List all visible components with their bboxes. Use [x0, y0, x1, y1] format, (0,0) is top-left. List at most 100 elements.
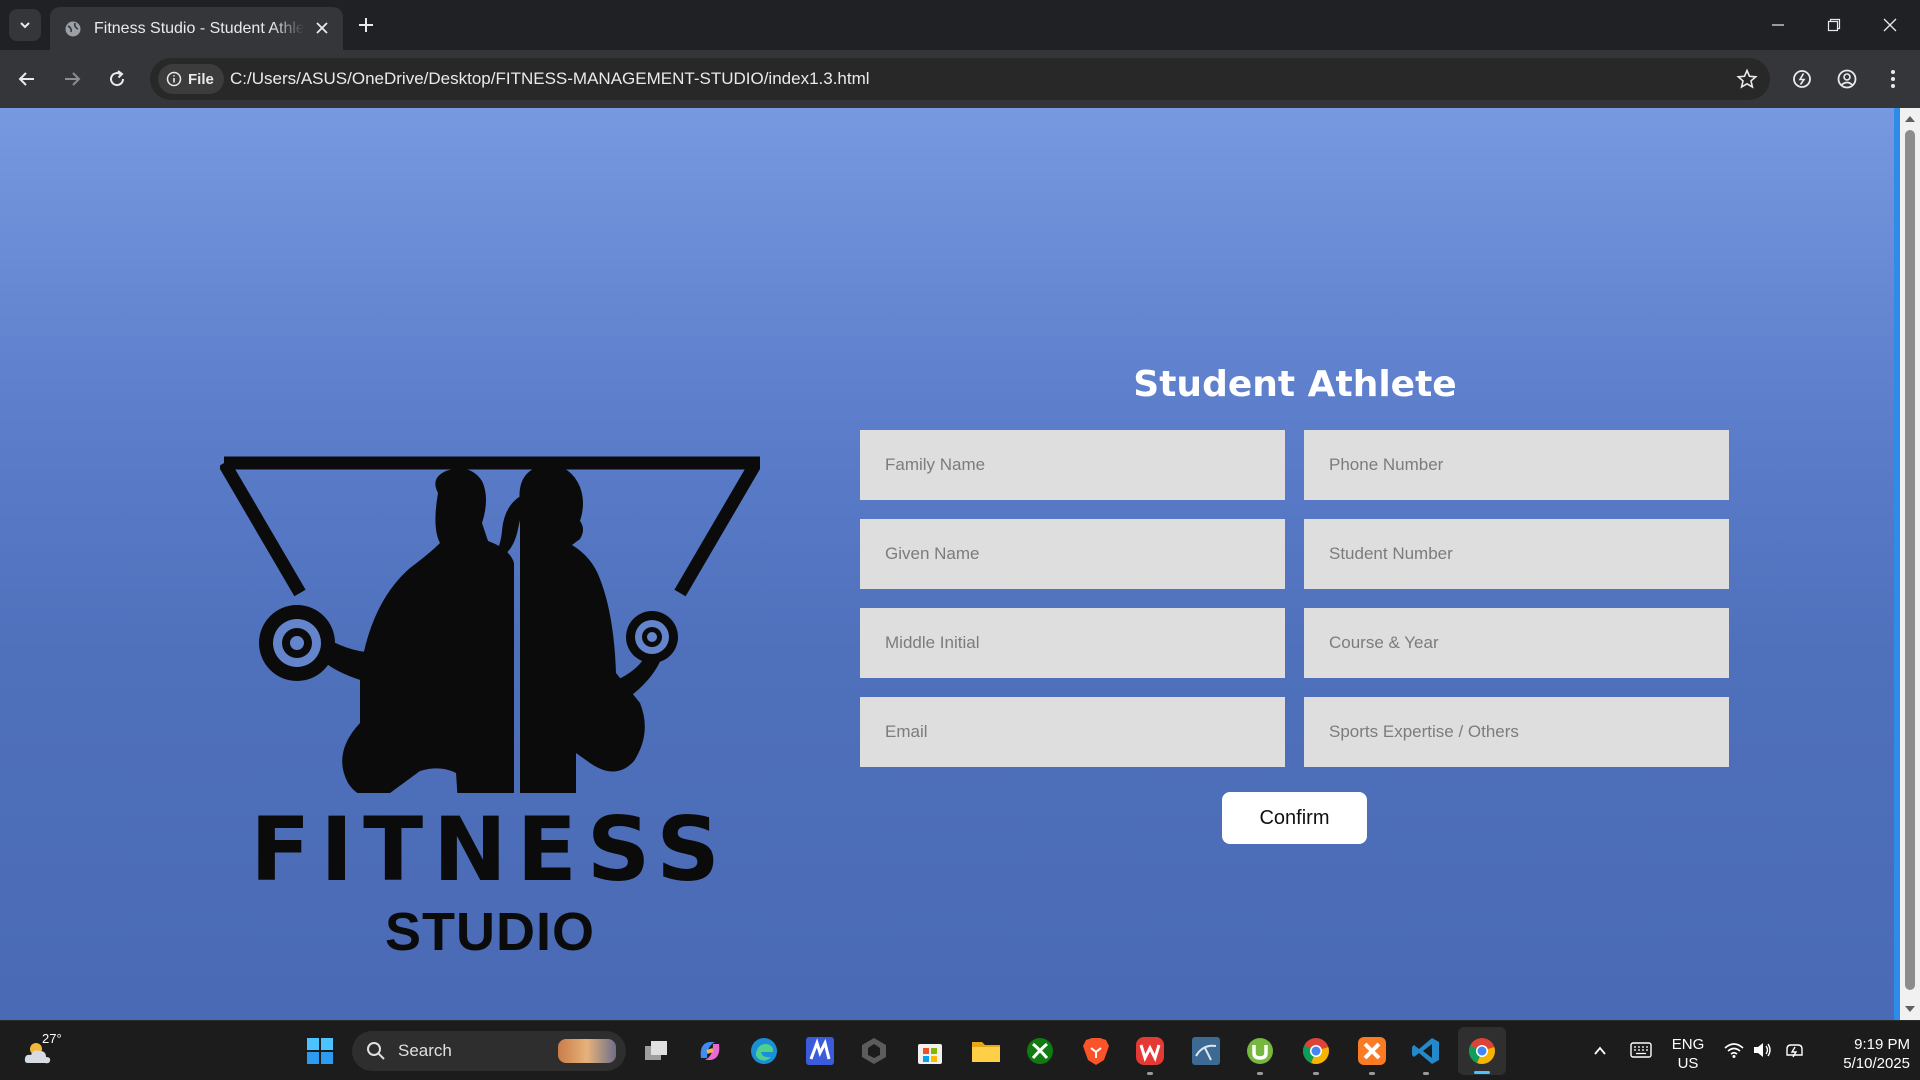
utorrent-icon [1247, 1038, 1273, 1064]
weather-widget[interactable]: 27° [22, 1031, 66, 1071]
edge-icon [751, 1038, 777, 1064]
running-indicator [1313, 1072, 1319, 1075]
chevron-down-icon [20, 22, 30, 29]
family-name-field[interactable] [860, 430, 1285, 500]
vscode-app[interactable] [1408, 1033, 1444, 1075]
copilot-icon [700, 1042, 720, 1060]
new-tab-icon[interactable] [354, 13, 378, 37]
start-button[interactable] [302, 1033, 338, 1069]
scroll-up-icon[interactable] [1903, 112, 1917, 126]
fitness-studio-logo: FITNESS STUDIO [218, 353, 768, 963]
tab-strip: Fitness Studio - Student Athlete [0, 0, 1920, 50]
search-label: Search [398, 1041, 452, 1060]
logo-word-fitness: FITNESS [250, 798, 730, 901]
running-indicator [1423, 1072, 1429, 1075]
chrome-icon [1302, 1038, 1329, 1064]
athletes-silhouette-graphic [218, 456, 768, 833]
chevron-up-icon[interactable] [1592, 1043, 1608, 1059]
windows-logo-icon [307, 1038, 333, 1064]
page-scrollbar[interactable] [1900, 108, 1920, 1020]
confirm-button[interactable]: Confirm [1222, 792, 1367, 844]
account-icon [1837, 69, 1857, 89]
wps-icon [1136, 1037, 1164, 1065]
scroll-down-icon[interactable] [1903, 1002, 1917, 1016]
logo-word-studio: STUDIO [384, 902, 595, 962]
weather-temperature: 27° [42, 1031, 62, 1046]
restore-icon [1827, 18, 1841, 32]
scroll-thumb[interactable] [1905, 130, 1915, 990]
sports-expertise-field[interactable] [1304, 697, 1729, 767]
active-indicator [1474, 1071, 1490, 1074]
unity-icon [862, 1038, 886, 1064]
language-indicator[interactable]: ENG US [1668, 1035, 1708, 1073]
tab-search-button[interactable] [9, 9, 41, 41]
close-window-button[interactable] [1862, 0, 1918, 50]
region-code: US [1677, 1055, 1699, 1072]
taskbar-search[interactable]: Search [352, 1031, 626, 1071]
profile-button[interactable] [1834, 66, 1860, 92]
minimize-button[interactable] [1750, 0, 1806, 50]
speedometer-icon [1793, 70, 1811, 88]
xampp-app[interactable] [1354, 1033, 1390, 1075]
close-icon [1883, 18, 1897, 32]
clock-date: 5/10/2025 [1843, 1055, 1910, 1072]
running-indicator [1369, 1072, 1375, 1075]
page-viewport: FITNESS STUDIO Student Athlete Confirm [0, 108, 1894, 1020]
clock[interactable]: 9:19 PM 5/10/2025 [1822, 1035, 1910, 1073]
form-title: Student Athlete [1133, 364, 1457, 405]
arrow-right-icon [65, 72, 81, 86]
unity-hub-app[interactable] [856, 1033, 892, 1069]
minimize-icon [1772, 24, 1784, 26]
running-indicator [1147, 1072, 1153, 1075]
task-view-button[interactable] [638, 1033, 674, 1069]
more-vertical-icon [1891, 70, 1895, 88]
search-icon [367, 1042, 385, 1060]
chrome-icon [1468, 1038, 1495, 1064]
middle-initial-field[interactable] [860, 608, 1285, 678]
back-button[interactable] [10, 62, 44, 96]
store-icon [918, 1044, 942, 1064]
vscode-icon [1412, 1038, 1439, 1064]
volume-icon[interactable] [1752, 1041, 1772, 1059]
given-name-field[interactable] [860, 519, 1285, 589]
utorrent-app[interactable] [1242, 1033, 1278, 1075]
wifi-icon[interactable] [1723, 1041, 1745, 1059]
running-indicator [1257, 1072, 1263, 1075]
mysql-workbench-app[interactable] [1188, 1033, 1224, 1069]
edge-app[interactable] [746, 1033, 782, 1069]
file-explorer-app[interactable] [968, 1033, 1004, 1069]
chrome-app[interactable] [1298, 1033, 1334, 1075]
info-icon [166, 71, 182, 87]
microsoft-store-app[interactable] [912, 1033, 948, 1069]
bookmark-star-icon[interactable] [1736, 68, 1758, 90]
performance-button[interactable] [1789, 66, 1815, 92]
phone-number-field[interactable] [1304, 430, 1729, 500]
site-info-chip[interactable]: File [158, 64, 224, 94]
wps-office-app[interactable] [1132, 1033, 1168, 1075]
address-bar[interactable]: File C:/Users/ASUS/OneDrive/Desktop/FITN… [150, 58, 1770, 100]
battery-charging-icon[interactable] [1784, 1041, 1806, 1059]
forward-button[interactable] [55, 62, 89, 96]
keyboard-icon[interactable] [1630, 1041, 1652, 1059]
copilot-app[interactable] [692, 1033, 728, 1069]
url-text[interactable]: C:/Users/ASUS/OneDrive/Desktop/FITNESS-M… [230, 69, 870, 89]
browser-toolbar: File C:/Users/ASUS/OneDrive/Desktop/FITN… [0, 50, 1920, 108]
app-launcher-m[interactable] [802, 1033, 838, 1069]
language-code: ENG [1671, 1036, 1705, 1053]
email-field[interactable] [860, 697, 1285, 767]
reload-icon [110, 70, 125, 87]
course-year-field[interactable] [1304, 608, 1729, 678]
chrome-app-active[interactable] [1458, 1027, 1506, 1075]
reload-button[interactable] [100, 62, 134, 96]
browser-tab[interactable]: Fitness Studio - Student Athlete [50, 7, 343, 50]
student-number-field[interactable] [1304, 519, 1729, 589]
task-view-icon [645, 1041, 667, 1060]
xbox-app[interactable] [1022, 1033, 1058, 1069]
brave-app[interactable] [1078, 1033, 1114, 1069]
m-app-icon [806, 1037, 834, 1065]
close-tab-icon[interactable] [313, 19, 331, 37]
xampp-icon [1358, 1037, 1386, 1065]
restore-button[interactable] [1806, 0, 1862, 50]
menu-button[interactable] [1880, 66, 1906, 92]
clock-time: 9:19 PM [1854, 1036, 1910, 1053]
